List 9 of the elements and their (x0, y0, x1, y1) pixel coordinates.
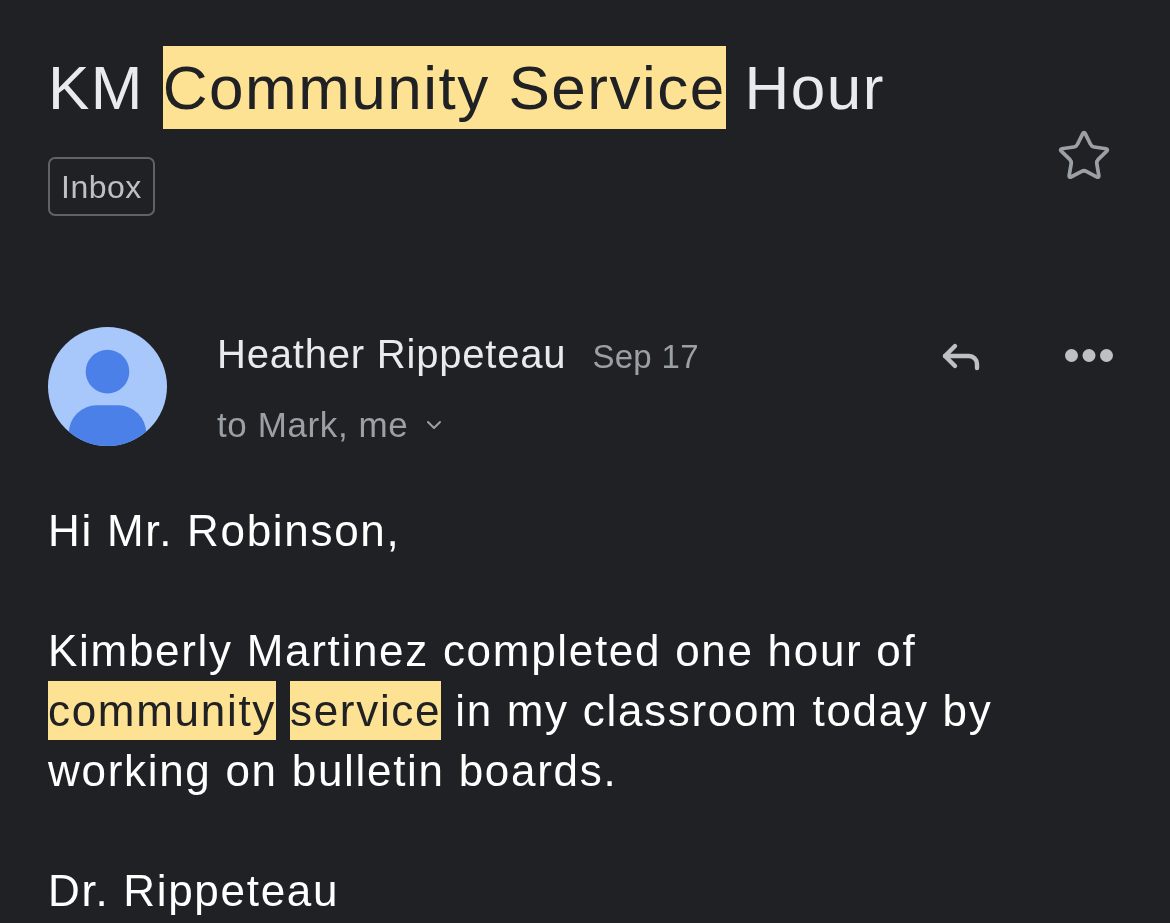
more-icon[interactable] (1065, 349, 1113, 362)
body-paragraph: Hi Mr. Robinson, (48, 505, 402, 557)
sender-name: Heather Rippeteau (217, 331, 567, 378)
avatar-icon (48, 327, 167, 446)
date-text: Sep 17 (592, 337, 699, 377)
body-paragraph: Dr. Rippeteau (48, 865, 341, 917)
body-paragraph: Kimberly Martinez completed one hour of community service in my classroom today by working on bulletin boards. (48, 625, 994, 797)
recipients-toggle[interactable]: to Mark, me (217, 400, 447, 450)
inbox-label: Inbox (48, 157, 155, 216)
